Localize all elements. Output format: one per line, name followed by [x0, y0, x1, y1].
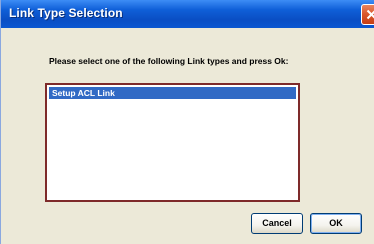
instruction-text: Please select one of the following Link …: [49, 56, 289, 66]
close-button[interactable]: [361, 4, 374, 25]
link-type-listbox[interactable]: Setup ACL Link: [45, 83, 300, 202]
title-bar[interactable]: Link Type Selection: [1, 0, 374, 28]
list-item-selected[interactable]: Setup ACL Link: [49, 87, 296, 99]
dialog-window: Link Type Selection Please select one of…: [0, 0, 374, 244]
ok-button[interactable]: OK: [310, 213, 362, 234]
cancel-button[interactable]: Cancel: [251, 213, 303, 234]
window-title: Link Type Selection: [9, 6, 123, 20]
close-icon: [366, 9, 374, 20]
